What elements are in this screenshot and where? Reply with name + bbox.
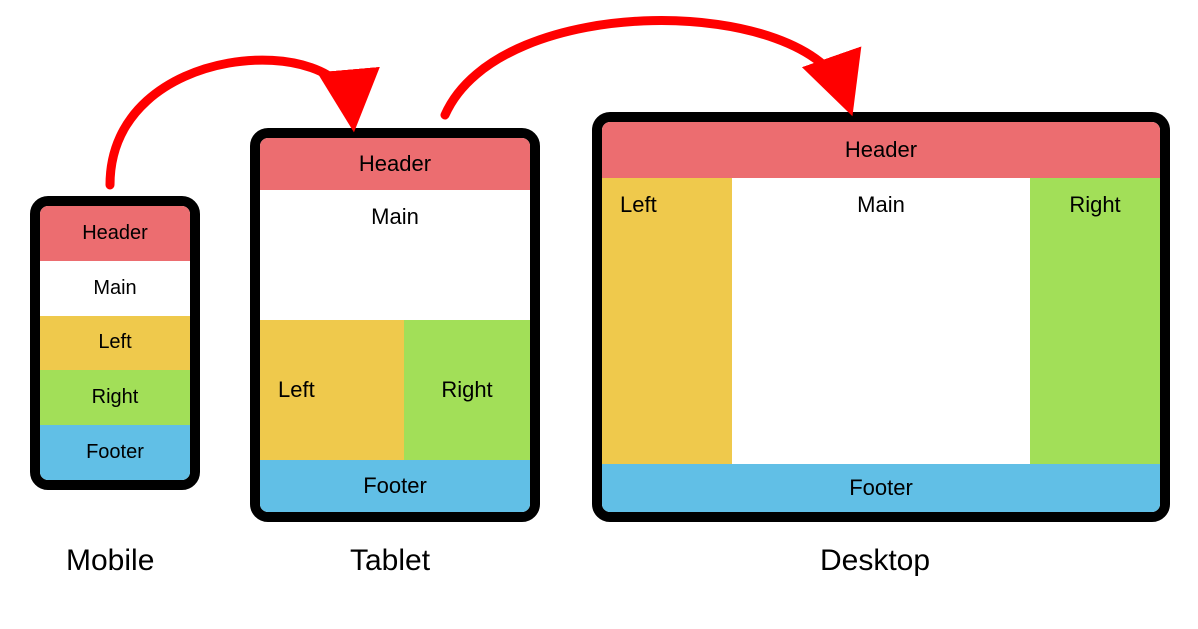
tablet-device-frame: Header Main Left Right Footer [250,128,540,522]
desktop-main-region: Main [732,178,1030,464]
arrow-tablet-to-desktop [445,21,845,115]
mobile-caption: Mobile [66,544,154,578]
mobile-main-region: Main [40,261,190,316]
mobile-header-region: Header [40,206,190,261]
mobile-device-frame: Header Main Left Right Footer [30,196,200,490]
tablet-left-region: Left [260,320,404,460]
desktop-footer-region: Footer [602,464,1160,512]
tablet-header-region: Header [260,138,530,190]
mobile-right-region: Right [40,370,190,425]
desktop-header-region: Header [602,122,1160,178]
desktop-right-region: Right [1030,178,1160,464]
tablet-main-region: Main [260,190,530,320]
desktop-caption: Desktop [820,544,930,578]
tablet-right-region: Right [404,320,530,460]
mobile-footer-region: Footer [40,425,190,480]
desktop-device-frame: Header Left Main Right Footer [592,112,1170,522]
responsive-layout-diagram: Header Main Left Right Footer Header Mai… [0,0,1198,629]
tablet-caption: Tablet [350,544,430,578]
mobile-left-region: Left [40,316,190,371]
desktop-left-region: Left [602,178,732,464]
tablet-footer-region: Footer [260,460,530,512]
